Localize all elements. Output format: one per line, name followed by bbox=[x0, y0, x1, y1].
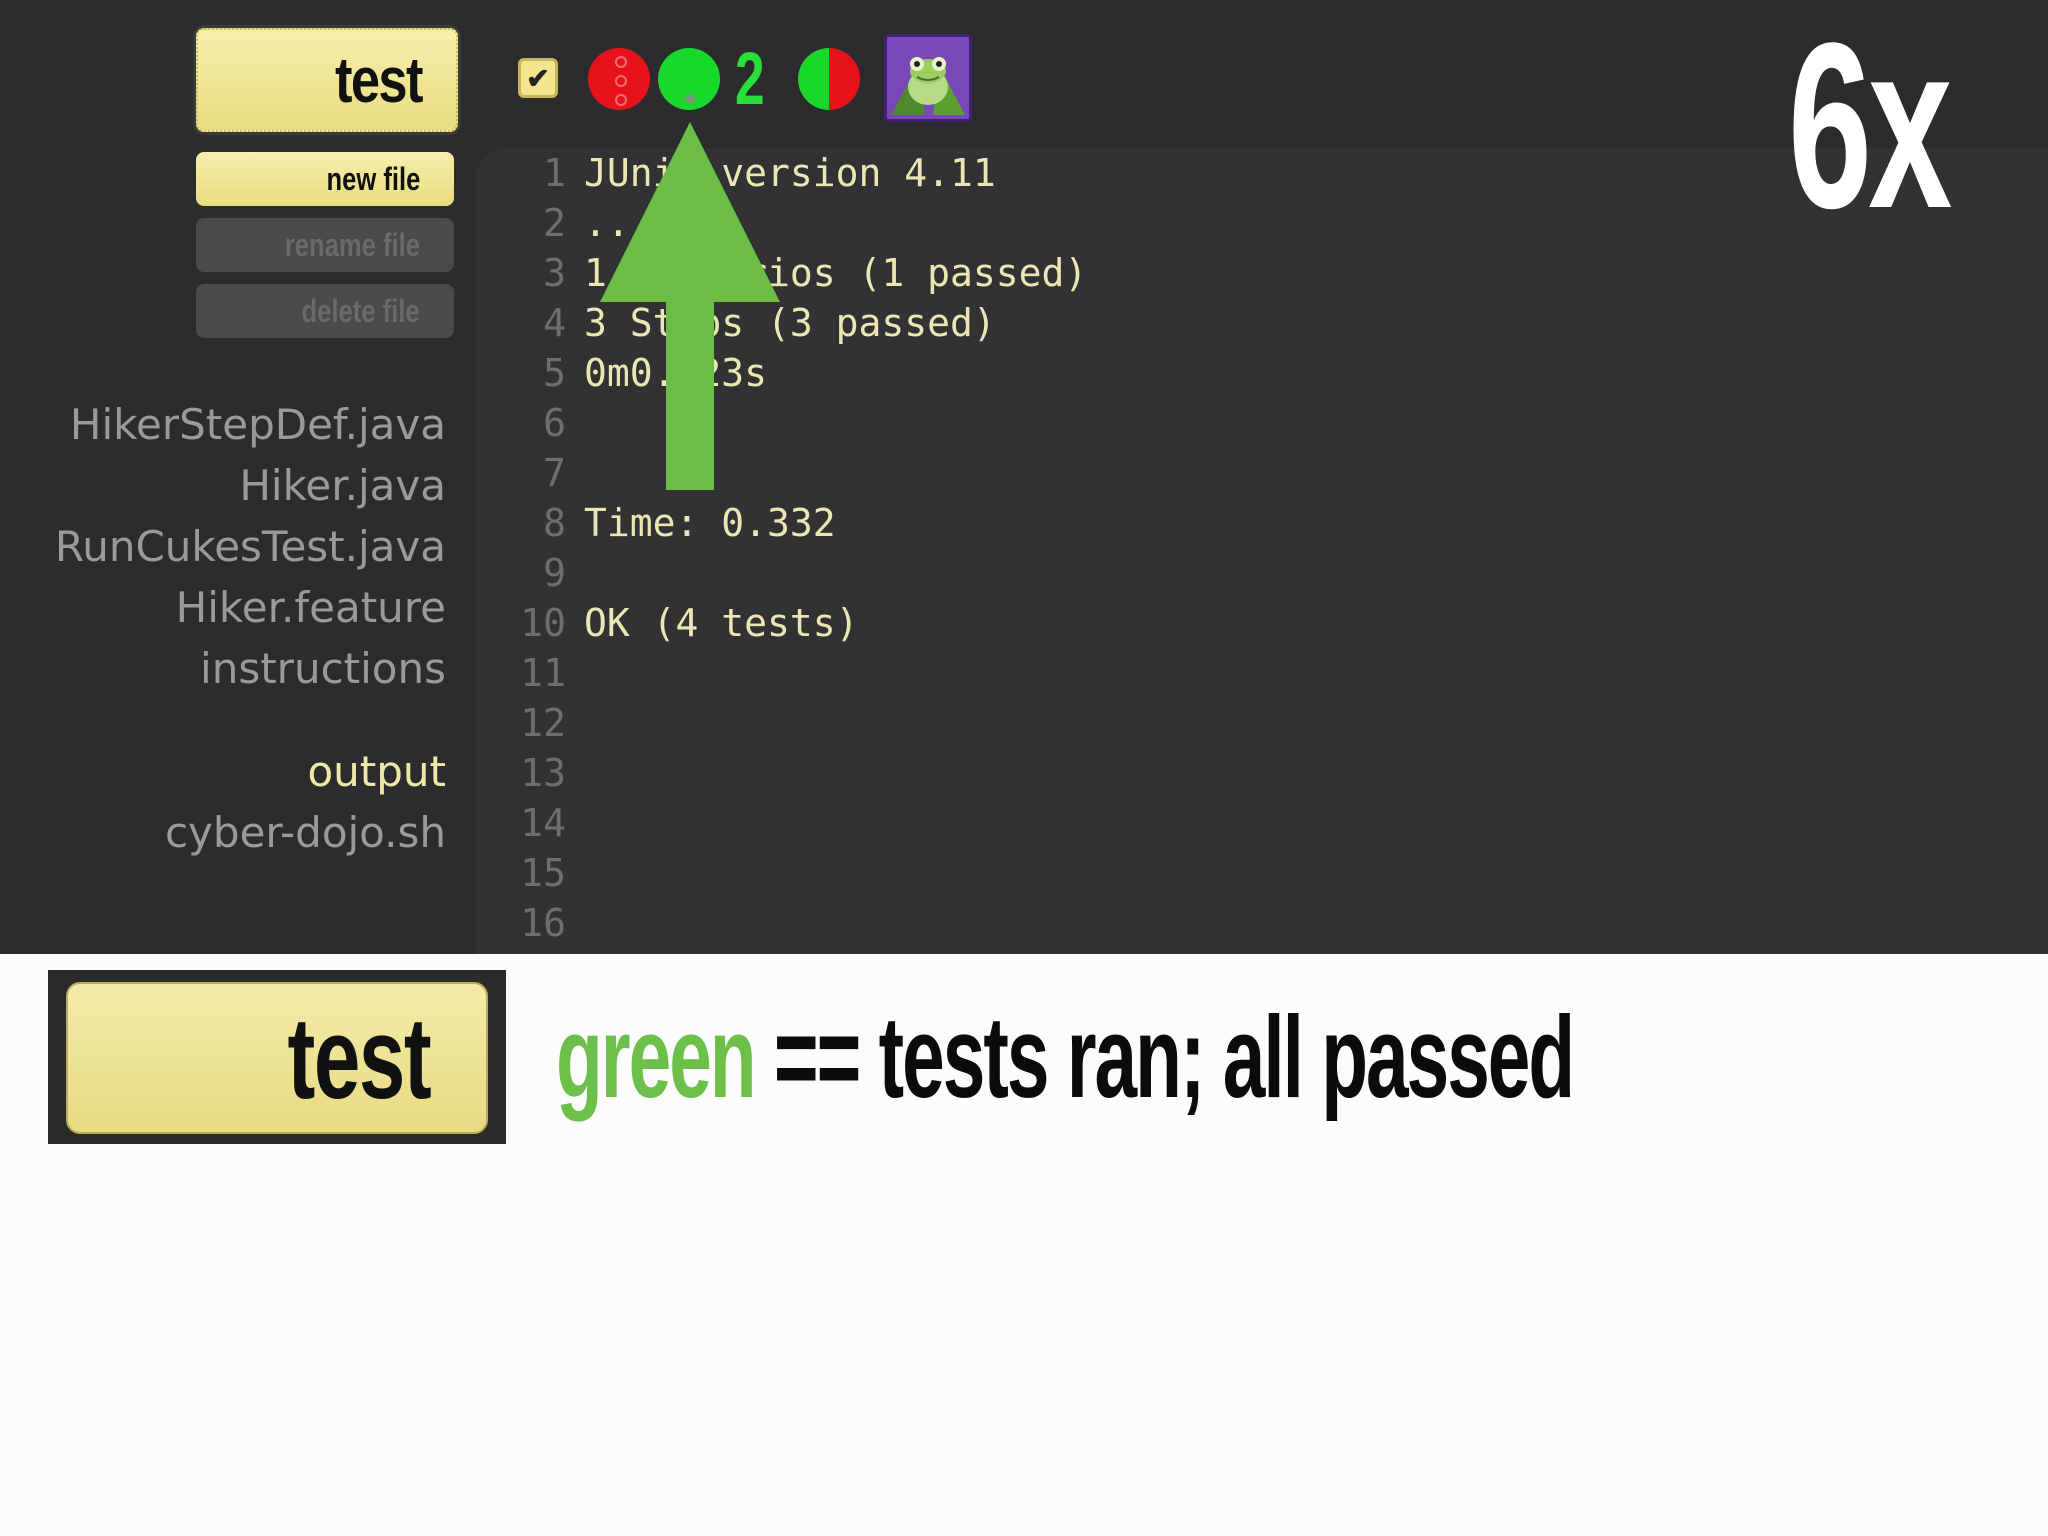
light-dot bbox=[615, 94, 627, 106]
code-line: 6 bbox=[500, 398, 1087, 448]
cyber-dojo-screenshot: test new file rename file delete file Hi… bbox=[0, 0, 2048, 954]
line-number: 10 bbox=[520, 601, 566, 645]
caption-test-label: test bbox=[287, 993, 431, 1123]
caption-accent-word: green bbox=[556, 992, 757, 1122]
up-arrow-icon bbox=[600, 122, 780, 490]
code-line: 2.. bbox=[500, 198, 1087, 248]
file-list: HikerStepDef.java Hiker.java RunCukesTes… bbox=[0, 394, 446, 863]
code-line: 31 Scenarios (1 passed) bbox=[500, 248, 1087, 298]
code-line: 10 OK (4 tests) bbox=[500, 598, 1087, 648]
code-line: 12 bbox=[500, 698, 1087, 748]
line-number: 4 bbox=[543, 301, 566, 345]
code-line: 15 bbox=[500, 848, 1087, 898]
rename-file-button[interactable]: rename file bbox=[196, 218, 454, 272]
line-number: 13 bbox=[520, 751, 566, 795]
new-file-label: new file bbox=[326, 160, 420, 197]
code-line: 7 bbox=[500, 448, 1087, 498]
delete-file-button[interactable]: delete file bbox=[196, 284, 454, 338]
light-dot bbox=[615, 56, 627, 68]
line-number: 3 bbox=[543, 251, 566, 295]
code-line: 11 bbox=[500, 648, 1087, 698]
traffic-light-count: 2 bbox=[735, 37, 765, 120]
test-button[interactable]: test bbox=[196, 28, 458, 132]
frog-avatar-icon[interactable] bbox=[884, 34, 972, 122]
code-line: 43 Steps (3 passed) bbox=[500, 298, 1087, 348]
line-text: Time: 0.332 bbox=[584, 501, 836, 545]
new-file-button[interactable]: new file bbox=[196, 152, 454, 206]
file-item[interactable]: RunCukesTest.java bbox=[0, 516, 446, 577]
line-number: 15 bbox=[520, 851, 566, 895]
caption-test-button: test bbox=[66, 982, 488, 1134]
green-light-icon[interactable] bbox=[658, 48, 720, 110]
line-number: 11 bbox=[520, 651, 566, 695]
code-line: 1 JUnit version 4.11 bbox=[500, 148, 1087, 198]
file-item-selected[interactable]: output bbox=[0, 741, 446, 802]
line-number: 1 bbox=[543, 151, 566, 195]
line-number: 14 bbox=[520, 801, 566, 845]
file-item[interactable]: Hiker.feature bbox=[0, 577, 446, 638]
line-number: 6 bbox=[543, 401, 566, 445]
code-line: 8 Time: 0.332 bbox=[500, 498, 1087, 548]
caption-text: green == tests ran; all passed bbox=[556, 990, 1575, 1124]
ratio-pie-icon bbox=[798, 48, 860, 110]
code-line: 9 bbox=[500, 548, 1087, 598]
caption-rest: == tests ran; all passed bbox=[754, 992, 1575, 1122]
output-code[interactable]: 1 JUnit version 4.11 2.. 31 Scenarios (1 … bbox=[500, 148, 1087, 948]
file-item[interactable]: HikerStepDef.java bbox=[0, 394, 446, 455]
code-line: 16 bbox=[500, 898, 1087, 948]
line-number: 9 bbox=[543, 551, 566, 595]
line-number: 2 bbox=[543, 201, 566, 245]
code-line: 50m0.123s bbox=[500, 348, 1087, 398]
file-item[interactable]: instructions bbox=[0, 638, 446, 699]
file-list-gap bbox=[0, 699, 446, 741]
line-number: 8 bbox=[543, 501, 566, 545]
test-button-label: test bbox=[335, 44, 423, 116]
rename-file-label: rename file bbox=[284, 226, 420, 263]
light-dot bbox=[615, 75, 627, 87]
delete-file-label: delete file bbox=[301, 292, 420, 329]
file-item[interactable]: Hiker.java bbox=[0, 455, 446, 516]
light-dot bbox=[685, 94, 695, 104]
line-number: 16 bbox=[520, 901, 566, 945]
line-number: 5 bbox=[543, 351, 566, 395]
line-number: 12 bbox=[520, 701, 566, 745]
multiplier-label: 6x bbox=[1788, 0, 1952, 258]
line-text: OK (4 tests) bbox=[584, 601, 859, 645]
code-line: 13 bbox=[500, 748, 1087, 798]
checkbox-icon[interactable]: ✔ bbox=[518, 58, 558, 98]
file-item[interactable]: cyber-dojo.sh bbox=[0, 802, 446, 863]
red-light-icon[interactable] bbox=[588, 48, 650, 110]
code-line: 14 bbox=[500, 798, 1087, 848]
line-number: 7 bbox=[543, 451, 566, 495]
